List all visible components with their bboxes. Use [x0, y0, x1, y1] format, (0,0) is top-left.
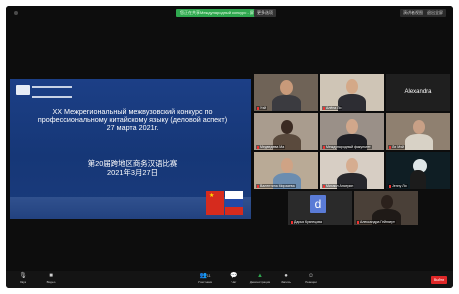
top-bar: 您正在共享Международный конкурс - 屏幕 更多选项 演讲者…: [6, 6, 453, 20]
video-button[interactable]: ■ Видео: [40, 273, 62, 284]
share-screen-icon: ▲: [257, 273, 263, 279]
participant-face: [346, 158, 358, 173]
participant-tile[interactable]: Международный факультет: [320, 113, 384, 150]
participants-label: Участники: [197, 280, 213, 284]
reaction-icon: ☺: [307, 273, 315, 279]
end-meeting-button[interactable]: Выйти: [431, 276, 447, 284]
participant-tile[interactable]: Медведева Ма: [254, 113, 318, 150]
mic-muted-icon: [291, 220, 293, 224]
participant-tile[interactable]: Alexandra: [386, 74, 450, 111]
participant-name: Александра Гейнзерт: [356, 220, 396, 224]
participant-tile[interactable]: Уэй: [254, 74, 318, 111]
slide-title-line: 27 марта 2021г.: [106, 123, 159, 133]
participant-name: Валентина Мирзаева: [256, 184, 296, 188]
mic-muted-icon: [323, 184, 325, 188]
record-icon: ●: [284, 273, 288, 279]
meeting-toolbar: 🎙 Звук ■ Видео 👥11 Участники 💬 Чат ▲ Дем…: [6, 271, 453, 288]
reactions-button[interactable]: ☺ Реакции: [300, 273, 322, 284]
mic-muted-icon: [389, 145, 391, 149]
participant-name: Алёна Ли: [322, 106, 343, 110]
participant-body: [272, 95, 301, 111]
participant-tile[interactable]: Валентина Мирзаева: [254, 152, 318, 189]
participant-tile[interactable]: Ли Мэй: [386, 113, 450, 150]
chat-button[interactable]: 💬 Чат: [224, 273, 244, 284]
participant-name: Ли Мэй: [388, 145, 405, 149]
share-screen-button[interactable]: ▲ Демонстрация: [248, 273, 272, 284]
mic-muted-icon: [357, 220, 359, 224]
participant-tile[interactable]: Jenny Ли: [386, 152, 450, 189]
participant-name: Международный факультет: [322, 145, 372, 149]
slide-chinese-title: 第20届跨地区商务汉语比赛 2021年3月27日: [20, 159, 245, 177]
audio-label: Звук: [19, 280, 27, 284]
logo-text: [32, 86, 72, 98]
reactions-label: Реакции: [305, 280, 317, 284]
participant-face: [346, 79, 358, 94]
chat-label: Чат: [231, 280, 237, 284]
participant-name: Уэй: [256, 106, 267, 110]
participant-face: [413, 120, 425, 134]
microphone-icon: 🎙: [19, 273, 27, 279]
slide-title: XX Межрегиональный межвузовский конкурс …: [20, 107, 245, 133]
participant-name: Дарья Кузнецова: [290, 220, 323, 224]
screen-share-banner[interactable]: 您正在共享Международный конкурс - 屏幕: [176, 9, 262, 17]
zoom-shield-icon[interactable]: [14, 11, 18, 15]
participant-initial-avatar: d: [310, 195, 326, 213]
participant-face: [346, 119, 358, 134]
mic-muted-icon: [323, 145, 325, 149]
participant-name-large: Alexandra: [404, 89, 432, 95]
participant-body: [405, 134, 433, 150]
audio-button[interactable]: 🎙 Звук: [12, 273, 34, 284]
flag-star-icon: ★: [209, 193, 215, 199]
view-mode-button[interactable]: 演讲者视图: [400, 9, 426, 17]
record-button[interactable]: ● Запись: [276, 273, 296, 284]
participant-tile[interactable]: d Дарья Кузнецова: [288, 191, 352, 225]
participant-name: Михаил Ансерин: [322, 184, 355, 188]
shared-presentation-slide: XX Межрегиональный межвузовский конкурс …: [10, 79, 251, 219]
participant-face: [281, 120, 293, 134]
video-label: Видео: [46, 280, 56, 284]
chat-icon: 💬: [230, 273, 238, 279]
university-logo: [16, 85, 30, 95]
russia-flag-icon: [225, 191, 243, 215]
mic-muted-icon: [257, 145, 259, 149]
mic-muted-icon: [257, 106, 259, 110]
participant-tile[interactable]: Алёна Ли: [320, 74, 384, 111]
participant-tile[interactable]: Михаил Ансерин: [320, 152, 384, 189]
participants-count: 11: [206, 274, 211, 278]
participant-name: Медведева Ма: [256, 145, 286, 149]
slide-cn-line: 第20届跨地区商务汉语比赛: [87, 159, 178, 168]
participant-name: Jenny Ли: [388, 184, 408, 188]
participant-face: [381, 195, 393, 209]
camera-icon: ■: [49, 273, 53, 279]
share-options-button[interactable]: 更多选项: [254, 9, 276, 17]
record-label: Запись: [281, 280, 291, 284]
fullscreen-button[interactable]: 退出全屏: [424, 9, 446, 17]
share-label: Демонстрация: [249, 280, 271, 284]
participant-face: [281, 158, 293, 173]
mic-muted-icon: [323, 106, 325, 110]
participants-icon: 👥11: [199, 273, 211, 279]
slide-cn-line: 2021年3月27日: [107, 168, 158, 177]
participant-tile[interactable]: Александра Гейнзерт: [354, 191, 418, 225]
zoom-window: 您正在共享Международный конкурс - 屏幕 更多选项 演讲者…: [6, 6, 453, 288]
participants-button[interactable]: 👥11 Участники: [192, 273, 218, 284]
participant-body: [410, 170, 426, 189]
mic-muted-icon: [257, 184, 259, 188]
mic-muted-icon: [389, 184, 391, 188]
participant-face: [280, 80, 293, 95]
